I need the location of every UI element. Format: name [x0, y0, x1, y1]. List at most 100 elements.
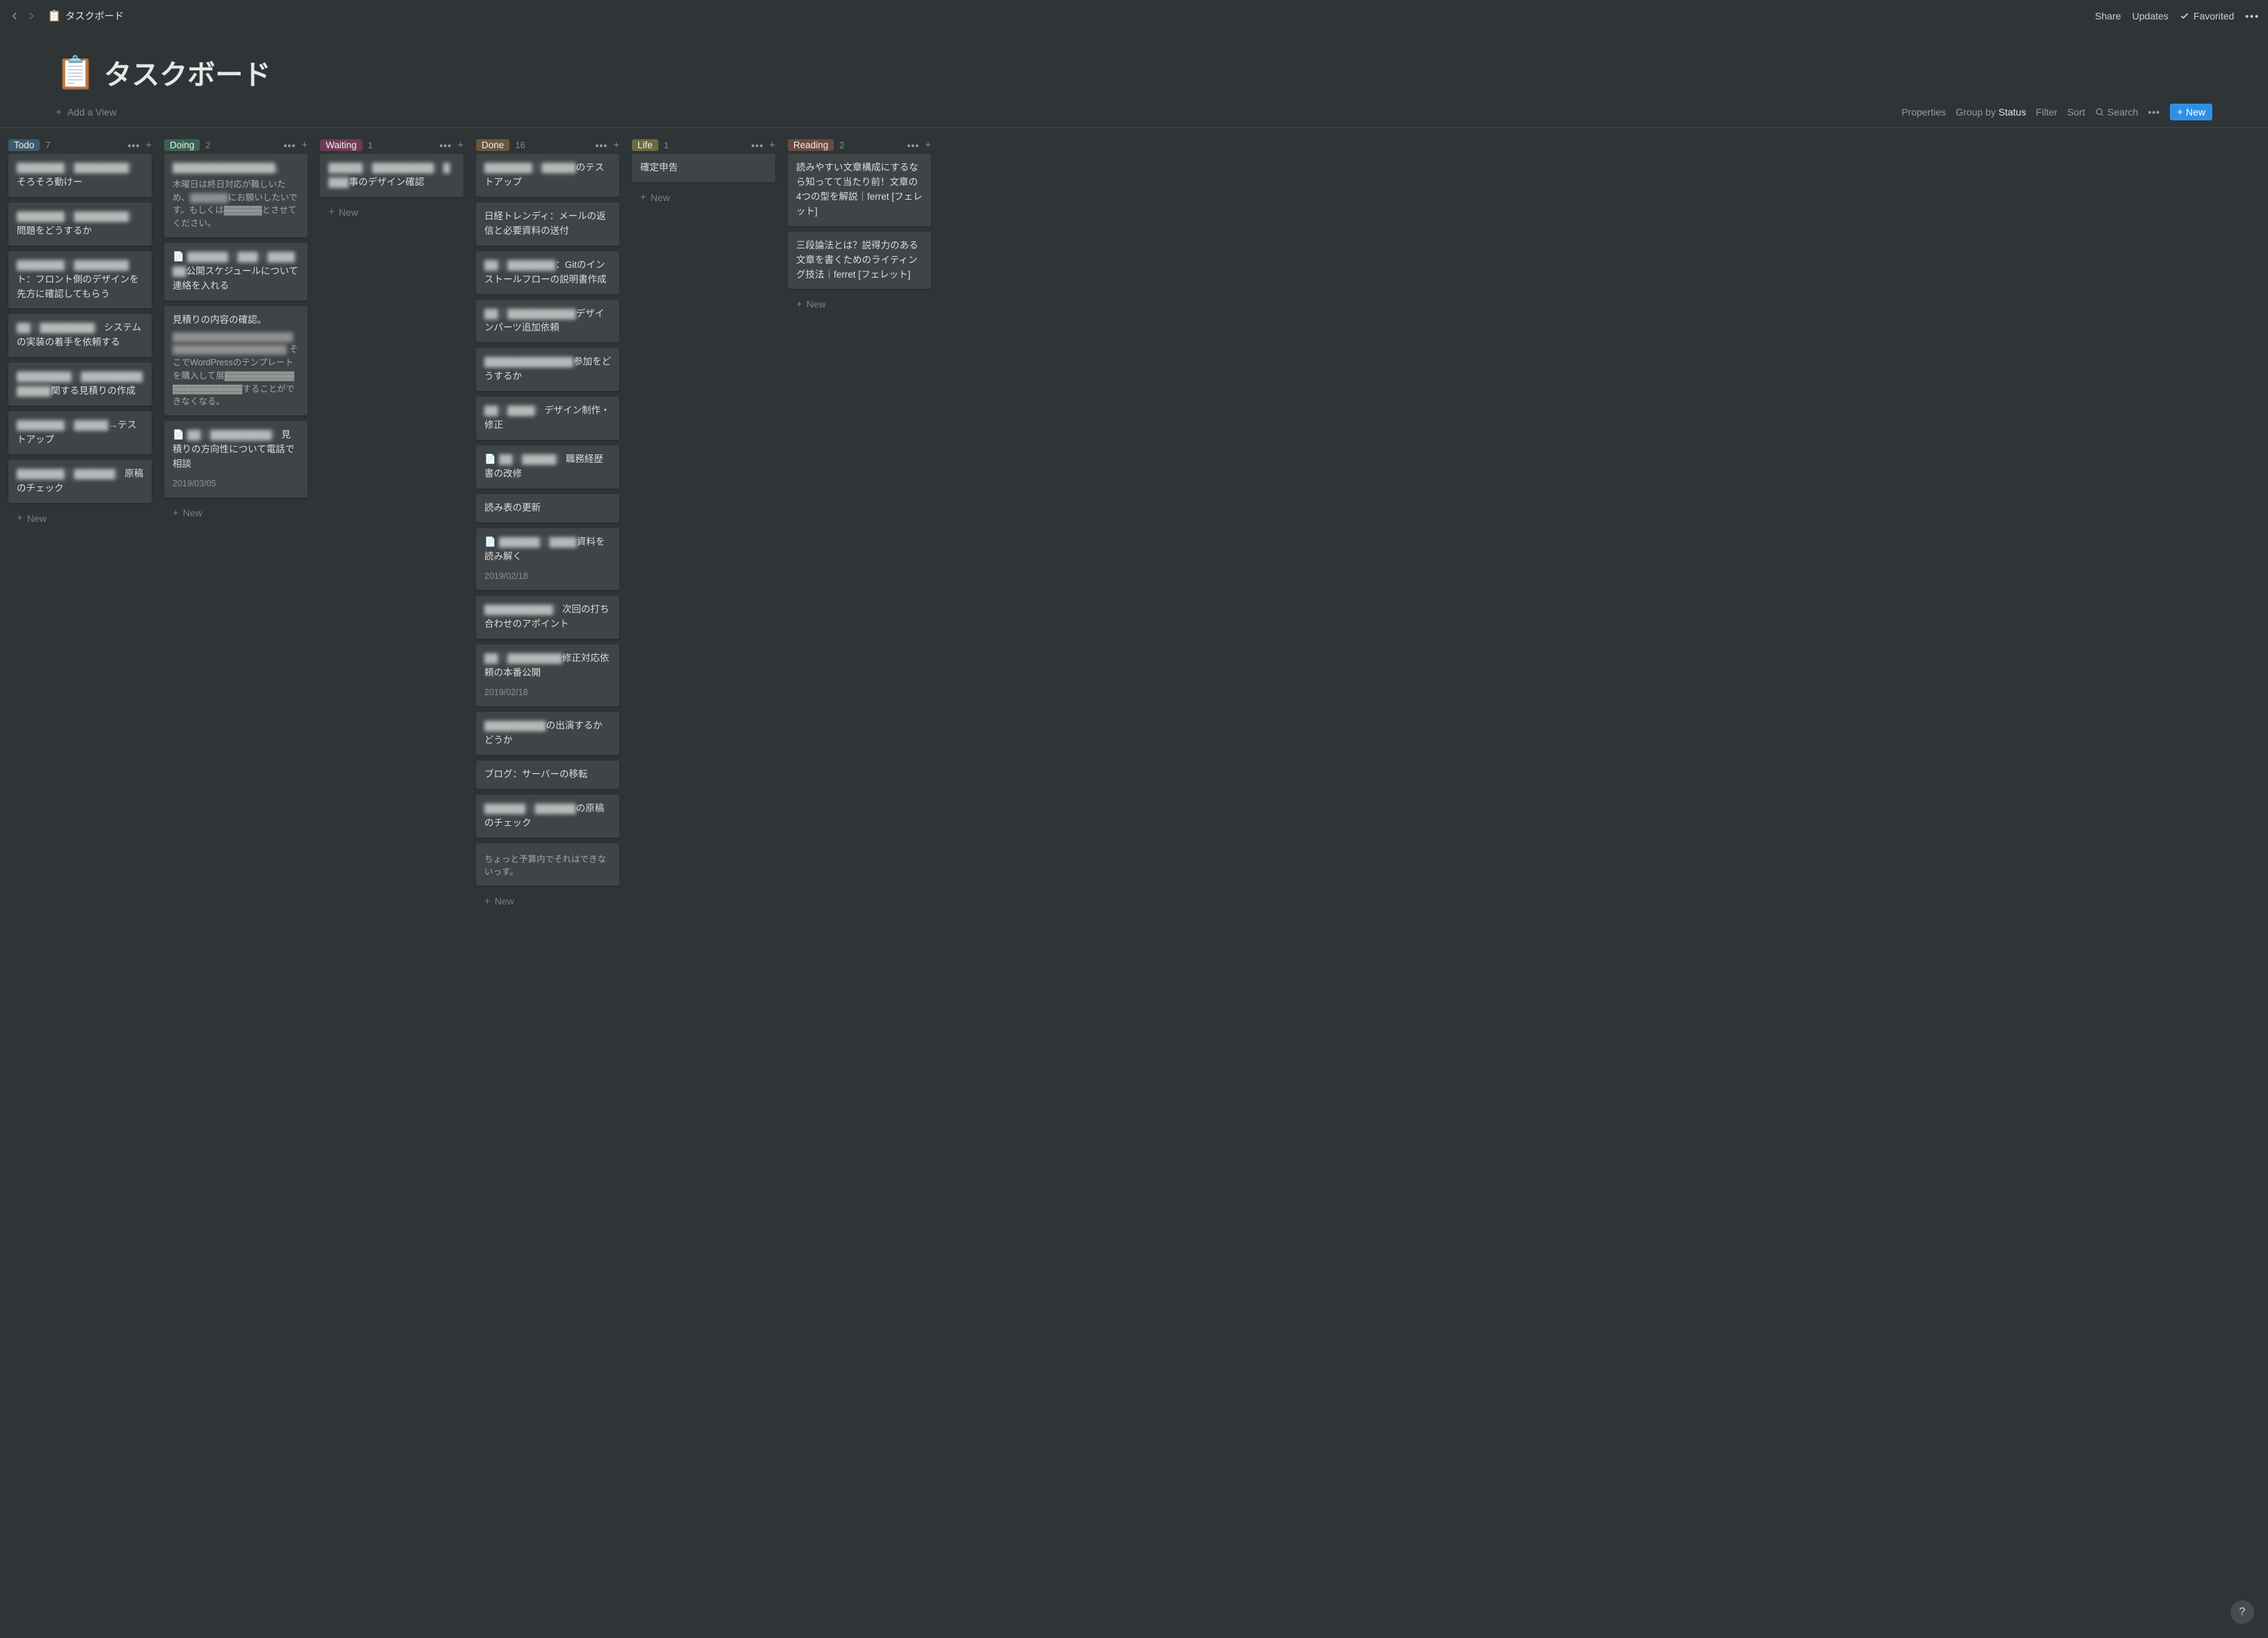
card[interactable]: 三段論法とは？説得力のある文章を書くためのライティング技法｜ferret [フェ…: [788, 232, 931, 289]
column-more-icon[interactable]: •••: [596, 140, 608, 151]
column-tag[interactable]: Doing: [164, 139, 200, 151]
add-card-button[interactable]: +New: [632, 188, 775, 207]
card[interactable]: ちょっと予算内でそれはできないっす。: [476, 843, 619, 886]
topbar: 📋 タスクボード Share Updates Favorited •••: [0, 0, 2268, 31]
plus-icon: +: [2177, 107, 2183, 118]
column-tag[interactable]: Waiting: [320, 139, 363, 151]
column-more-icon[interactable]: •••: [907, 140, 920, 151]
redacted-text: ▓▓▓▓▓▓▓｜▓▓▓▓▓▓：: [17, 468, 125, 479]
add-card-button[interactable]: +New: [476, 891, 619, 911]
card[interactable]: ▓▓｜▓▓▓▓▓▓▓：Gitのインストールフローの説明書作成: [476, 251, 619, 294]
card[interactable]: ▓▓▓▓▓▓▓｜▓▓▓▓▓のテストアップ: [476, 154, 619, 197]
add-card-button[interactable]: +New: [320, 202, 463, 222]
filter-button[interactable]: Filter: [2036, 106, 2057, 118]
card[interactable]: ▓▓▓▓▓▓▓▓▓の出演するかどうか: [476, 712, 619, 755]
card[interactable]: ▓▓｜▓▓▓▓▓▓▓▓修正対応依頼の本番公開2019/02/18: [476, 644, 619, 706]
column-add-icon[interactable]: +: [613, 140, 619, 151]
page-header: 📋 タスクボード: [0, 31, 2268, 100]
column-tag[interactable]: Done: [476, 139, 509, 151]
card[interactable]: 📄▓▓▓▓▓▓｜▓▓▓｜▓▓▓▓▓▓公開スケジュールについて連絡を入れる: [164, 243, 308, 301]
column-add-icon[interactable]: +: [457, 140, 463, 151]
column-more-icon[interactable]: •••: [128, 140, 141, 151]
column-add-icon[interactable]: +: [925, 140, 931, 151]
document-icon: 📄: [173, 429, 184, 440]
card[interactable]: ▓▓▓▓▓▓｜▓▓▓▓▓▓の原稿のチェック: [476, 795, 619, 838]
card-description: ちょっと予算内でそれはできないっす。: [484, 853, 611, 880]
card[interactable]: 読みやすい文章構成にするなら知ってて当たり前！文章の4つの型を解説｜ferret…: [788, 154, 931, 226]
redacted-text: ▓▓▓▓▓▓▓｜▓▓▓▓▓: [17, 420, 109, 430]
page-title: 📋 タスクボード: [56, 52, 2212, 93]
card[interactable]: ▓▓｜▓▓▓▓：デザイン制作・修正: [476, 397, 619, 440]
redacted-text: ▓▓▓▓▓▓｜▓▓▓▓: [499, 536, 577, 547]
card[interactable]: 日経トレンディ：メールの返信と必要資料の送付: [476, 202, 619, 246]
card[interactable]: 📄▓▓｜▓▓▓▓▓：職務経歴書の改修: [476, 445, 619, 488]
add-card-button[interactable]: +New: [8, 509, 152, 528]
column-count: 16: [515, 140, 525, 150]
card-description: ▓▓▓▓▓▓▓▓▓▓▓▓▓▓▓▓▓▓▓▓▓▓▓▓▓▓▓▓▓▓▓▓▓▓▓▓▓ そこ…: [173, 331, 299, 409]
card-title: 見積りの内容の確認。: [173, 315, 267, 325]
column-tag[interactable]: Life: [632, 139, 658, 151]
card[interactable]: 📄▓▓▓▓▓▓｜▓▓▓▓資料を読み解く2019/02/18: [476, 528, 619, 590]
card[interactable]: ▓▓▓▓▓▓▓▓▓▓▓▓▓参加をどうするか: [476, 348, 619, 391]
help-button[interactable]: ?: [2230, 1600, 2254, 1624]
nav-forward-icon[interactable]: [25, 10, 38, 22]
page-icon[interactable]: 📋: [56, 54, 95, 92]
card[interactable]: ▓▓▓▓▓▓▓▓▓▓：次回の打ち合わせのアポイント: [476, 596, 619, 639]
search-button[interactable]: Search: [2095, 106, 2138, 118]
breadcrumb-icon: 📋: [47, 9, 61, 23]
card[interactable]: ▓▓▓▓▓｜▓▓▓▓▓▓▓▓▓：▓▓▓▓事のデザイン確認: [320, 154, 463, 197]
search-icon: [2095, 107, 2104, 117]
redacted-text: ▓▓▓▓▓▓▓▓▓▓▓▓▓▓▓。: [173, 162, 285, 173]
add-card-label: New: [27, 513, 47, 524]
column-add-icon[interactable]: +: [145, 140, 152, 151]
card[interactable]: 確定申告: [632, 154, 775, 182]
card[interactable]: ▓▓▓▓▓▓▓｜▓▓▓▓▓▓▓▓ト：フロント側のデザインを先方に確認してもらう: [8, 251, 152, 309]
favorited-toggle[interactable]: Favorited: [2180, 10, 2234, 22]
share-button[interactable]: Share: [2095, 10, 2120, 22]
more-menu-icon[interactable]: •••: [2245, 10, 2260, 22]
column-tag[interactable]: Todo: [8, 139, 40, 151]
card-title: 事のデザイン確認: [349, 177, 425, 187]
column-more-icon[interactable]: •••: [752, 140, 764, 151]
breadcrumb[interactable]: 📋 タスクボード: [47, 9, 124, 23]
card[interactable]: 読み表の更新: [476, 494, 619, 523]
column-add-icon[interactable]: +: [301, 140, 308, 151]
updates-button[interactable]: Updates: [2132, 10, 2168, 22]
card[interactable]: ▓▓｜▓▓▓▓▓▓▓▓：システムの実装の着手を依頼する: [8, 314, 152, 357]
card-title: 問題をどうするか: [17, 225, 92, 236]
column-add-icon[interactable]: +: [769, 140, 775, 151]
board-column: Waiting1•••+▓▓▓▓▓｜▓▓▓▓▓▓▓▓▓：▓▓▓▓事のデザイン確認…: [317, 138, 466, 222]
card-date: 2019/03/05: [173, 477, 299, 491]
card[interactable]: ▓▓▓▓▓▓▓｜▓▓▓▓▓▓▓▓：問題をどうするか: [8, 202, 152, 246]
add-card-label: New: [651, 192, 670, 203]
nav-back-icon[interactable]: [8, 10, 21, 22]
card[interactable]: ▓▓｜▓▓▓▓▓▓▓▓▓▓デザインパーツ追加依頼: [476, 300, 619, 343]
add-card-button[interactable]: +New: [164, 503, 308, 523]
card[interactable]: ▓▓▓▓▓▓▓▓｜▓▓▓▓▓▓▓▓▓▓▓▓▓▓関する見積りの作成: [8, 363, 152, 406]
add-card-button[interactable]: +New: [788, 294, 931, 314]
card[interactable]: ▓▓▓▓▓▓▓｜▓▓▓▓▓▓▓▓：そろそろ動けー: [8, 154, 152, 197]
plus-icon: +: [56, 107, 62, 118]
column-more-icon[interactable]: •••: [284, 140, 296, 151]
card[interactable]: 📄▓▓｜▓▓▓▓▓▓▓▓▓：見積りの方向性について電話で相談2019/03/05: [164, 421, 308, 498]
card[interactable]: ▓▓▓▓▓▓▓｜▓▓▓▓▓→テストアップ: [8, 411, 152, 454]
add-view-button[interactable]: + Add a View: [56, 106, 1901, 118]
card[interactable]: ▓▓▓▓▓▓▓▓▓▓▓▓▓▓▓。木曜日は終日対応が難しいため、▓▓▓▓▓▓にお願…: [164, 154, 308, 237]
new-button[interactable]: + New: [2170, 104, 2212, 120]
card[interactable]: ブログ：サーバーの移転: [476, 761, 619, 789]
column-header: Done 16 ••• +: [473, 138, 622, 154]
group-by-button[interactable]: Group by Status: [1956, 106, 2026, 118]
sort-button[interactable]: Sort: [2067, 106, 2085, 118]
properties-button[interactable]: Properties: [1901, 106, 1946, 118]
redacted-text: ▓▓｜▓▓▓▓▓▓▓▓：: [17, 322, 104, 333]
view-more-icon[interactable]: •••: [2148, 106, 2161, 118]
card[interactable]: ▓▓▓▓▓▓▓｜▓▓▓▓▓▓：原稿のチェック: [8, 460, 152, 503]
favorited-label: Favorited: [2194, 10, 2234, 22]
column-tag[interactable]: Reading: [788, 139, 834, 151]
column-more-icon[interactable]: •••: [440, 140, 452, 151]
page-title-text[interactable]: タスクボード: [104, 52, 271, 93]
document-icon: 📄: [484, 454, 496, 464]
redacted-text: ▓▓｜▓▓▓▓▓：: [499, 454, 566, 464]
plus-icon: +: [484, 896, 491, 907]
card[interactable]: 見積りの内容の確認。 ▓▓▓▓▓▓▓▓▓▓▓▓▓▓▓▓▓▓▓▓▓▓▓▓▓▓▓▓▓▓…: [164, 306, 308, 415]
